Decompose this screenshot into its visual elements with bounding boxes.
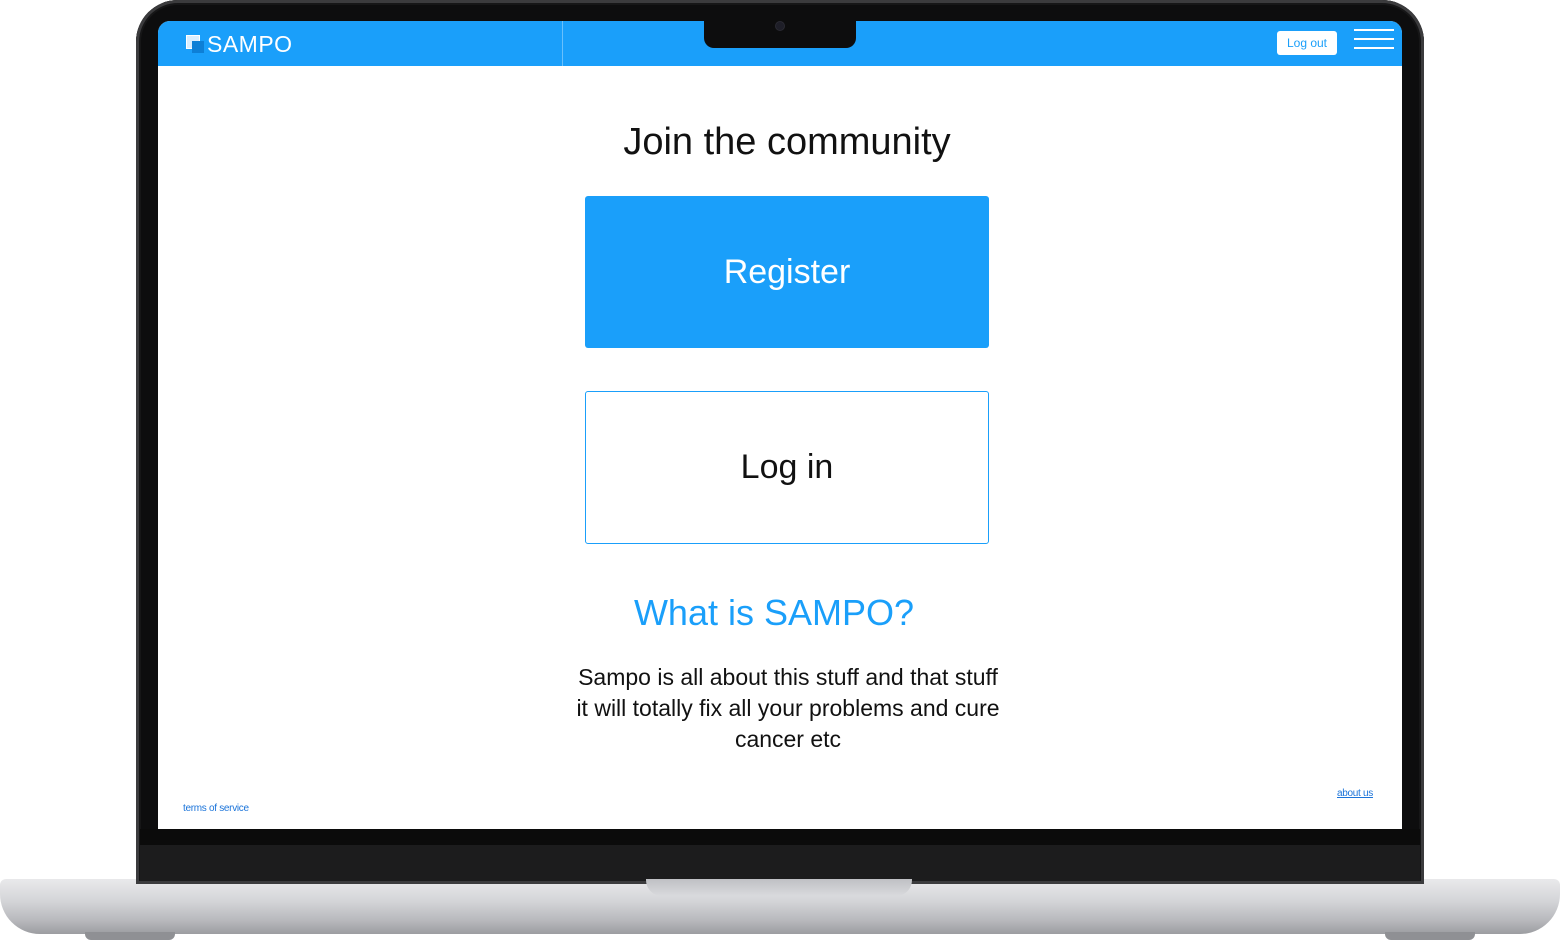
laptop-foot-right — [1385, 932, 1475, 940]
laptop-chin — [140, 829, 1420, 845]
page-title: Join the community — [623, 121, 951, 163]
login-button[interactable]: Log in — [585, 391, 989, 544]
screen-notch — [704, 18, 856, 48]
description-line: cancer etc — [734, 726, 842, 752]
sampo-logo-icon — [186, 35, 204, 53]
camera-icon — [776, 22, 784, 30]
terms-of-service-link[interactable]: terms of service — [183, 803, 249, 814]
description-text: Sampo is all about this stuff and that s… — [518, 662, 1058, 755]
register-button[interactable]: Register — [585, 196, 989, 348]
logout-button[interactable]: Log out — [1277, 31, 1337, 55]
about-us-link[interactable]: about us — [1337, 788, 1373, 799]
laptop-mockup: SAMPO Log out Join the community Registe… — [0, 0, 1560, 942]
laptop-opening-notch — [646, 879, 912, 896]
header-divider — [562, 21, 563, 66]
hamburger-menu-icon[interactable] — [1354, 29, 1394, 51]
screen: SAMPO Log out Join the community Registe… — [158, 21, 1402, 829]
about-heading: What is SAMPO? — [633, 592, 915, 633]
logo-text: SAMPO — [207, 31, 293, 57]
description-line: it will totally fix all your problems an… — [576, 695, 1000, 721]
logo[interactable]: SAMPO — [186, 31, 293, 57]
description-line: Sampo is all about this stuff and that s… — [578, 664, 998, 690]
laptop-chin-strip — [140, 845, 1420, 881]
laptop-foot-left — [85, 932, 175, 940]
